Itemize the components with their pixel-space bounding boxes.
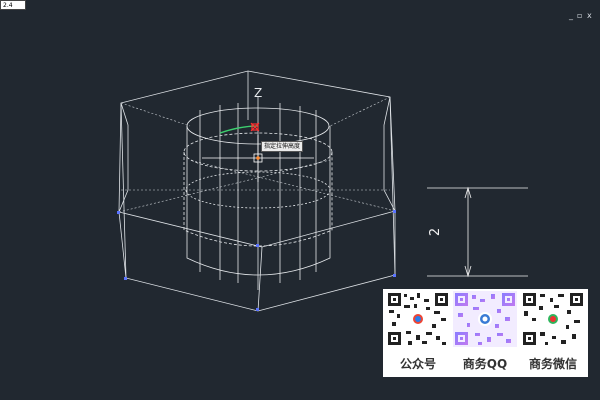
cursor-snap-point xyxy=(256,156,260,160)
z-axis-label: Z xyxy=(254,86,262,100)
minimize-button[interactable]: _ xyxy=(569,11,573,21)
grip-points[interactable] xyxy=(117,210,396,311)
qr-label-qq: 商务QQ xyxy=(462,357,508,371)
qr-label-wechat: 商务微信 xyxy=(528,357,577,371)
hidden-lines xyxy=(118,96,396,213)
qr-code-qq xyxy=(453,291,517,347)
dimension-value: 2 xyxy=(428,228,443,236)
qr-code-wechat xyxy=(521,291,585,347)
command-tooltip: 指定拉伸高度 xyxy=(261,141,304,152)
qr-code-wechat-official xyxy=(386,291,450,347)
watermark-qr-panel: 公众号 商务QQ 商务微信 xyxy=(383,289,588,377)
cad-window: Z 2 _ ▫ x 指定拉伸高度 2.4 公众号 商务QQ 商务微信 xyxy=(0,0,600,400)
restore-button[interactable]: ▫ xyxy=(577,11,582,21)
qr-label-official: 公众号 xyxy=(399,357,436,371)
close-button[interactable]: x xyxy=(587,11,592,21)
snap-marker-icon xyxy=(250,122,260,132)
